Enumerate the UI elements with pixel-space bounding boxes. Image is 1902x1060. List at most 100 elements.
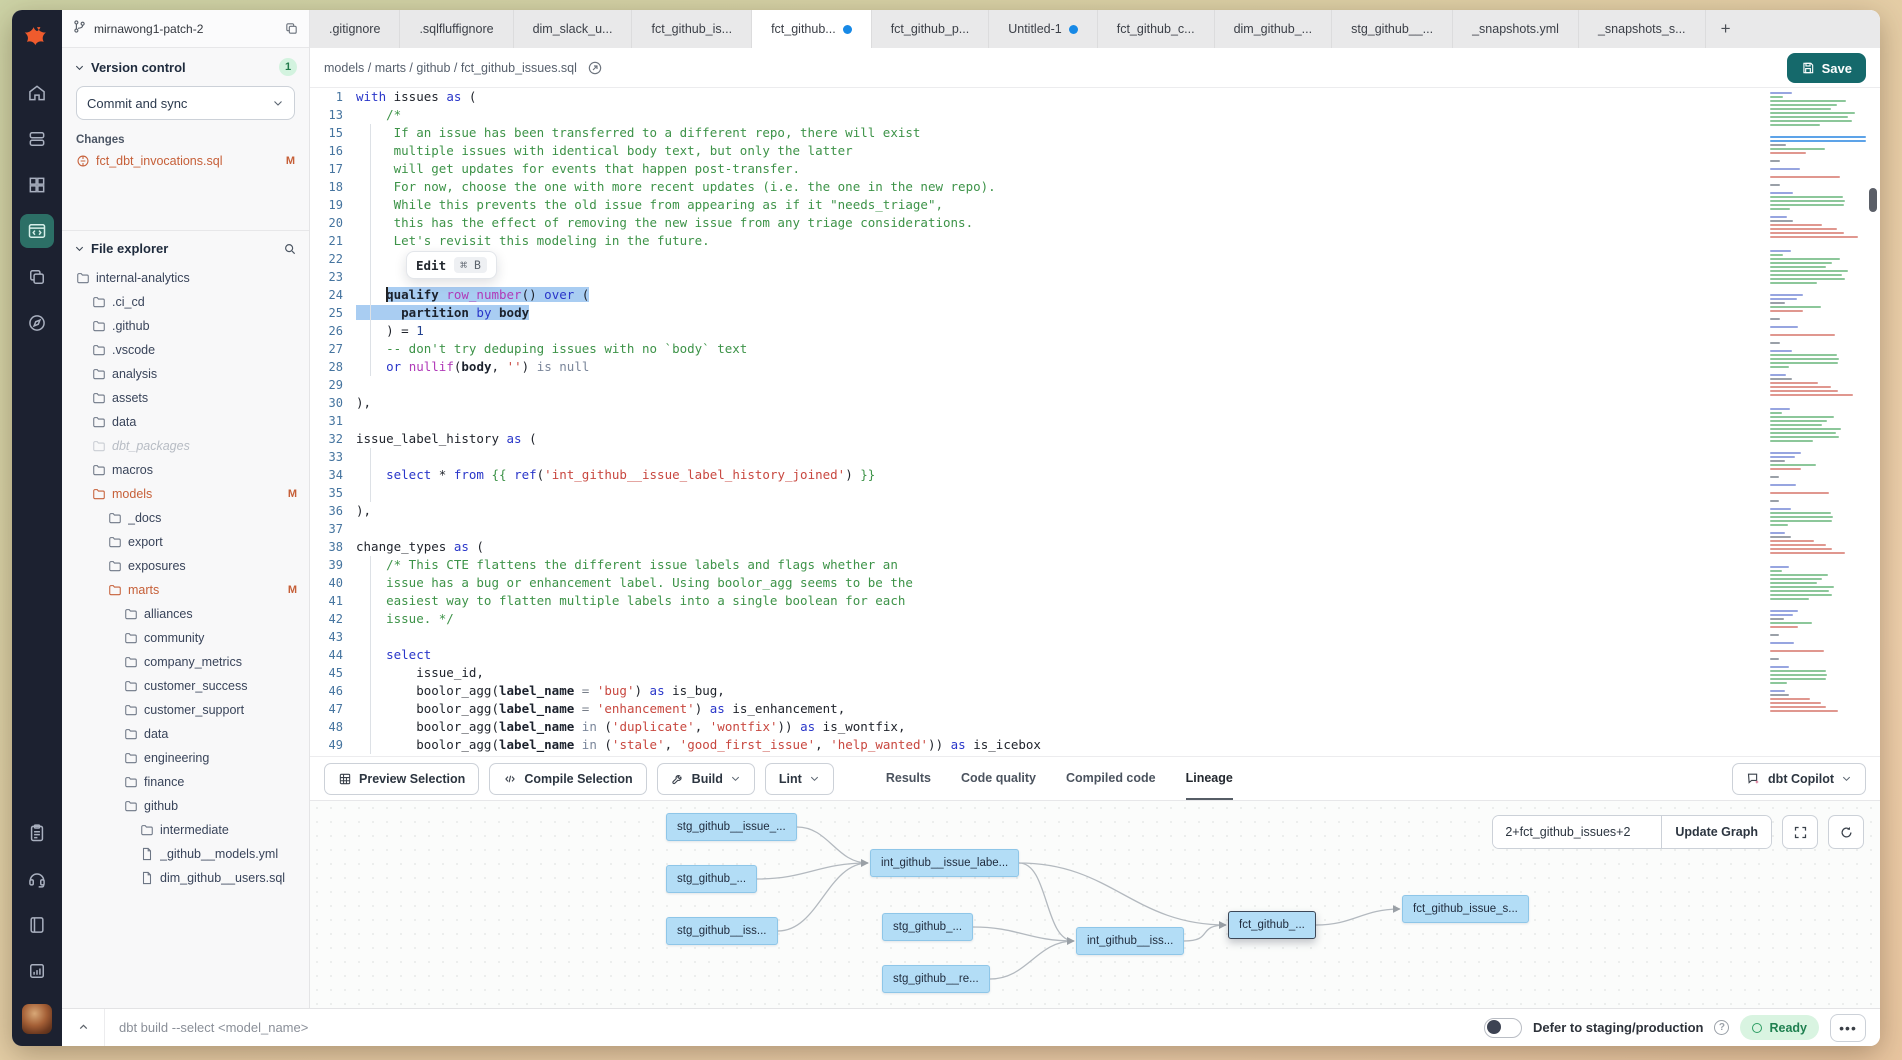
tree-item-engineering[interactable]: engineering xyxy=(74,746,297,770)
tab-Untitled-1[interactable]: Untitled-1 xyxy=(989,10,1098,48)
refresh-icon[interactable] xyxy=(1828,815,1864,849)
update-graph-button[interactable]: Update Graph xyxy=(1661,816,1771,848)
fullscreen-icon[interactable] xyxy=(1782,815,1818,849)
projects-icon[interactable] xyxy=(20,260,54,294)
code-line-32[interactable]: 32issue_label_history as ( xyxy=(310,430,1880,448)
tab-fct_github_is[interactable]: fct_github_is... xyxy=(632,10,752,48)
changelog-icon[interactable] xyxy=(20,954,54,988)
tab-_snapshots_s[interactable]: _snapshots_s... xyxy=(1579,10,1706,48)
tab-lineage[interactable]: Lineage xyxy=(1186,757,1233,800)
tree-item-customer_success[interactable]: customer_success xyxy=(74,674,297,698)
lineage-selector-input[interactable] xyxy=(1493,816,1661,848)
code-line-30[interactable]: 30), xyxy=(310,394,1880,412)
code-line-18[interactable]: 18 For now, choose the one with more rec… xyxy=(310,178,1880,196)
tab-results[interactable]: Results xyxy=(886,757,931,800)
tree-item-company_metrics[interactable]: company_metrics xyxy=(74,650,297,674)
code-line-46[interactable]: 46 boolor_agg(label_name = 'bug') as is_… xyxy=(310,682,1880,700)
tree-item-export[interactable]: export xyxy=(74,530,297,554)
code-line-36[interactable]: 36), xyxy=(310,502,1880,520)
tree-item-internal-analytics[interactable]: internal-analytics xyxy=(74,266,297,290)
code-line-27[interactable]: 27 -- don't try deduping issues with no … xyxy=(310,340,1880,358)
more-options-button[interactable]: ••• xyxy=(1830,1014,1866,1042)
code-line-23[interactable]: 23 xyxy=(310,268,1880,286)
tree-item-marts[interactable]: martsM xyxy=(74,578,297,602)
code-line-20[interactable]: 20 this has the effect of removing the n… xyxy=(310,214,1880,232)
tree-item-_docs[interactable]: _docs xyxy=(74,506,297,530)
lineage-node-0[interactable]: stg_github__issue_... xyxy=(666,813,797,841)
ide-icon[interactable] xyxy=(20,214,54,248)
code-line-35[interactable]: 35 xyxy=(310,484,1880,502)
lineage-node-3[interactable]: int_github__issue_labe... xyxy=(870,849,1019,877)
lineage-node-5[interactable]: stg_github__re... xyxy=(882,965,990,993)
file-explorer-header[interactable]: File explorer xyxy=(74,241,297,256)
tab-fct_github[interactable]: fct_github... xyxy=(752,10,872,48)
code-line-19[interactable]: 19 While this prevents the old issue fro… xyxy=(310,196,1880,214)
command-input[interactable]: dbt build --select <model_name> xyxy=(119,1020,1484,1035)
lint-button[interactable]: Lint xyxy=(765,763,834,795)
code-line-22[interactable]: 22 xyxy=(310,250,1880,268)
tree-item-customer_support[interactable]: customer_support xyxy=(74,698,297,722)
code-line-44[interactable]: 44 select xyxy=(310,646,1880,664)
tab-stg_github__[interactable]: stg_github__... xyxy=(1332,10,1453,48)
collapse-panel-button[interactable] xyxy=(62,1009,105,1046)
lineage-node-6[interactable]: int_github__iss... xyxy=(1076,927,1184,955)
dbt-logo[interactable] xyxy=(20,20,54,54)
minimap[interactable] xyxy=(1770,92,1866,752)
save-button[interactable]: Save xyxy=(1787,53,1866,83)
tab-fct_github_p[interactable]: fct_github_p... xyxy=(872,10,990,48)
tab-dim_github_[interactable]: dim_github_... xyxy=(1215,10,1333,48)
code-line-21[interactable]: 21 Let's revisit this modeling in the fu… xyxy=(310,232,1880,250)
support-headset-icon[interactable] xyxy=(20,862,54,896)
code-line-39[interactable]: 39 /* This CTE flattens the different is… xyxy=(310,556,1880,574)
defer-toggle[interactable] xyxy=(1484,1018,1522,1038)
tree-item-analysis[interactable]: analysis xyxy=(74,362,297,386)
tab-fct_github_c[interactable]: fct_github_c... xyxy=(1098,10,1215,48)
notes-icon[interactable] xyxy=(20,816,54,850)
new-tab-button[interactable]: + xyxy=(1706,10,1746,48)
code-line-29[interactable]: 29 xyxy=(310,376,1880,394)
code-line-45[interactable]: 45 issue_id, xyxy=(310,664,1880,682)
code-line-40[interactable]: 40 issue has a bug or enhancement label.… xyxy=(310,574,1880,592)
tree-item-_github__models.yml[interactable]: _github__models.yml xyxy=(74,842,297,866)
apps-grid-icon[interactable] xyxy=(20,168,54,202)
help-icon[interactable]: ? xyxy=(1714,1020,1729,1035)
tree-item-data[interactable]: data xyxy=(74,722,297,746)
code-line-1[interactable]: 1with issues as ( xyxy=(310,88,1880,106)
open-in-explore-icon[interactable] xyxy=(587,60,603,76)
code-line-25[interactable]: 25 partition by body xyxy=(310,304,1880,322)
tree-item-alliances[interactable]: alliances xyxy=(74,602,297,626)
code-line-31[interactable]: 31 xyxy=(310,412,1880,430)
tab-sqlfluffignore[interactable]: .sqlfluffignore xyxy=(400,10,513,48)
explore-icon[interactable] xyxy=(20,306,54,340)
tab-code-quality[interactable]: Code quality xyxy=(961,757,1036,800)
tab-gitignore[interactable]: .gitignore xyxy=(310,10,400,48)
tab-compiled-code[interactable]: Compiled code xyxy=(1066,757,1156,800)
code-line-49[interactable]: 49 boolor_agg(label_name in ('stale', 'g… xyxy=(310,736,1880,754)
tree-item-intermediate[interactable]: intermediate xyxy=(74,818,297,842)
search-icon[interactable] xyxy=(283,242,297,256)
user-avatar[interactable] xyxy=(22,1004,52,1034)
tab-_snapshotsyml[interactable]: _snapshots.yml xyxy=(1453,10,1579,48)
code-line-28[interactable]: 28 or nullif(body, '') is null xyxy=(310,358,1880,376)
code-line-42[interactable]: 42 issue. */ xyxy=(310,610,1880,628)
code-line-26[interactable]: 26 ) = 1 xyxy=(310,322,1880,340)
scrollbar-thumb[interactable] xyxy=(1869,188,1877,212)
code-line-15[interactable]: 15 If an issue has been transferred to a… xyxy=(310,124,1880,142)
lineage-node-8[interactable]: fct_github_issue_s... xyxy=(1402,895,1529,923)
tree-item-.vscode[interactable]: .vscode xyxy=(74,338,297,362)
tree-item-assets[interactable]: assets xyxy=(74,386,297,410)
tree-item-github[interactable]: github xyxy=(74,794,297,818)
lineage-node-7[interactable]: fct_github_... xyxy=(1228,911,1316,939)
lineage-node-4[interactable]: stg_github_... xyxy=(882,913,973,941)
editor-scrollbar[interactable] xyxy=(1867,88,1880,756)
build-button[interactable]: Build xyxy=(657,763,755,795)
environments-icon[interactable] xyxy=(20,122,54,156)
tree-item-finance[interactable]: finance xyxy=(74,770,297,794)
code-line-43[interactable]: 43 xyxy=(310,628,1880,646)
tree-item-.ci_cd[interactable]: .ci_cd xyxy=(74,290,297,314)
version-control-header[interactable]: Version control 1 xyxy=(74,58,297,76)
tree-item-data[interactable]: data xyxy=(74,410,297,434)
copy-branch-icon[interactable] xyxy=(284,21,299,36)
code-line-13[interactable]: 13 /* xyxy=(310,106,1880,124)
home-icon[interactable] xyxy=(20,76,54,110)
